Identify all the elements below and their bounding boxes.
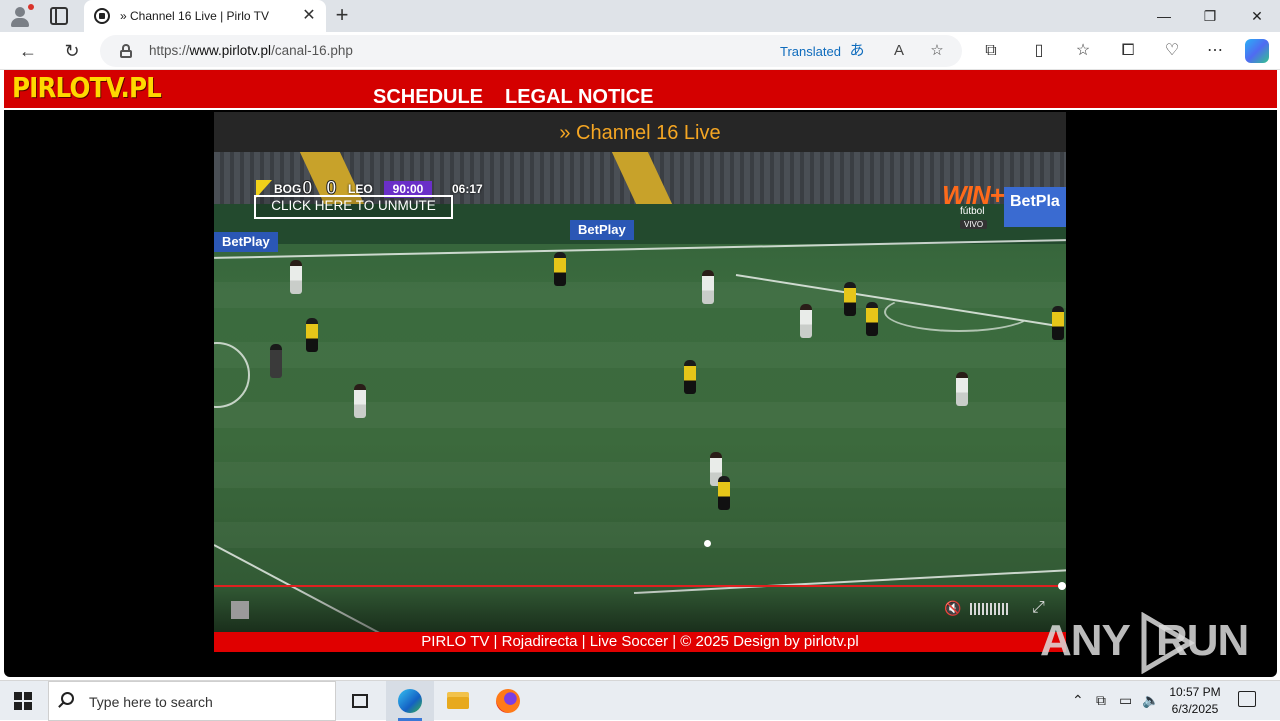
footballer xyxy=(1052,306,1064,340)
network-icon[interactable]: ⧉ xyxy=(1096,692,1106,709)
video-player[interactable]: BetPlay BetPlay BetPla WIN+ fútbol VIVO … xyxy=(214,152,1066,632)
volume-slider[interactable] xyxy=(970,603,1010,615)
browser-titlebar: » Channel 16 Live | Pirlo TV ✕ + — ❐ ✕ xyxy=(0,0,1280,32)
soccer-ball xyxy=(704,540,711,547)
footballer xyxy=(270,344,282,378)
browser-tab-active[interactable]: » Channel 16 Live | Pirlo TV ✕ xyxy=(84,0,326,32)
split-screen-icon[interactable]: ▯ xyxy=(1028,40,1050,62)
restore-button[interactable]: ❐ xyxy=(1187,0,1233,32)
more-icon[interactable]: ⋯ xyxy=(1204,40,1226,62)
broadcaster-sub: fútbol xyxy=(960,206,985,217)
address-bar[interactable]: https://www.pirlotv.pl/canal-16.php Tran… xyxy=(100,35,962,67)
back-arrow-icon[interactable]: ← xyxy=(16,39,40,63)
player-controls: 🔇 ⤢ xyxy=(214,582,1066,632)
stoppage-clock: 06:17 xyxy=(452,182,483,196)
site-footer: PIRLO TV | Rojadirecta | Live Soccer | ©… xyxy=(214,632,1066,652)
footballer xyxy=(290,260,302,294)
footballer xyxy=(306,318,318,352)
footballer xyxy=(684,360,696,394)
taskbar-search-box[interactable]: Type here to search xyxy=(48,681,336,721)
home-team: BOG xyxy=(274,182,302,196)
live-badge: VIVO xyxy=(960,220,988,229)
ad-board: BetPlay xyxy=(214,232,278,252)
main-content: » Channel 16 Live BetPlay BetPlay BetPla xyxy=(214,112,1066,650)
progress-knob[interactable] xyxy=(1058,582,1066,590)
notification-icon[interactable] xyxy=(1238,691,1256,707)
browser-essentials-icon[interactable]: ♡ xyxy=(1161,40,1183,62)
tab-actions-icon[interactable] xyxy=(50,7,68,25)
new-tab-button[interactable]: + xyxy=(330,4,354,28)
speaker-muted-icon[interactable]: 🔇 xyxy=(944,600,961,617)
clock-time: 10:57 PM xyxy=(1169,685,1221,699)
footballer xyxy=(554,252,566,286)
video-frame: BetPlay BetPlay BetPla WIN+ fútbol VIVO xyxy=(214,152,1066,632)
away-team: LEO xyxy=(348,182,373,196)
site-body: PIRLOTV.PL SCHEDULE LEGAL NOTICE » Chann… xyxy=(4,70,1277,677)
ad-board: BetPlay xyxy=(570,220,634,240)
favorites-icon[interactable]: ☆ xyxy=(1072,40,1094,62)
search-icon xyxy=(61,692,74,705)
site-logo[interactable]: PIRLOTV.PL xyxy=(12,71,162,104)
ad-board: BetPla xyxy=(1004,187,1066,227)
show-hidden-icons-icon[interactable]: ⌃ xyxy=(1072,692,1084,709)
read-aloud-icon[interactable]: A xyxy=(890,42,908,60)
collections-icon[interactable]: ⧠ xyxy=(1117,40,1139,62)
lock-icon[interactable] xyxy=(120,44,132,58)
progress-bar[interactable] xyxy=(214,585,1066,587)
menu-legal-notice[interactable]: LEGAL NOTICE xyxy=(505,86,654,109)
task-view-icon[interactable] xyxy=(336,681,384,721)
volume-icon[interactable]: 🔈 xyxy=(1142,692,1159,709)
tab-close-icon[interactable]: ✕ xyxy=(300,7,318,25)
windows-taskbar: Type here to search ⌃ ⧉ ▭ 🔈 10:57 PM 6/3… xyxy=(0,680,1280,721)
close-window-button[interactable]: ✕ xyxy=(1234,0,1280,32)
file-explorer-icon[interactable] xyxy=(434,681,482,721)
minimize-button[interactable]: — xyxy=(1141,0,1187,32)
web-page: PIRLOTV.PL SCHEDULE LEGAL NOTICE » Chann… xyxy=(0,70,1280,680)
system-clock[interactable]: 10:57 PM 6/3/2025 xyxy=(1160,684,1230,718)
profile-avatar-icon[interactable] xyxy=(8,4,34,28)
display-icon[interactable]: ▭ xyxy=(1119,692,1132,709)
stop-button[interactable] xyxy=(231,601,249,619)
copilot-icon[interactable] xyxy=(1245,39,1269,63)
footballer xyxy=(702,270,714,304)
puzzle-icon[interactable]: ⧉ xyxy=(980,40,1002,62)
refresh-icon[interactable]: ↻ xyxy=(60,39,84,63)
channel-title: » Channel 16 Live xyxy=(559,122,721,144)
menu-schedule[interactable]: SCHEDULE xyxy=(373,86,483,109)
footballer xyxy=(866,302,878,336)
footballer xyxy=(800,304,812,338)
url-text[interactable]: https://www.pirlotv.pl/canal-16.php xyxy=(149,43,353,58)
edge-taskbar-icon[interactable] xyxy=(386,681,434,721)
unmute-button[interactable]: CLICK HERE TO UNMUTE xyxy=(254,195,453,219)
site-header: PIRLOTV.PL SCHEDULE LEGAL NOTICE xyxy=(4,70,1277,110)
anyrun-watermark: ANY RUN xyxy=(1040,610,1249,674)
tab-title: » Channel 16 Live | Pirlo TV xyxy=(120,9,269,23)
translate-icon[interactable]: あ xyxy=(848,42,866,60)
footballer xyxy=(956,372,968,406)
footballer xyxy=(354,384,366,418)
footballer xyxy=(718,476,730,510)
soccer-ball-icon xyxy=(94,8,110,24)
translated-label[interactable]: Translated xyxy=(780,44,841,59)
browser-toolbar: ← ↻ https://www.pirlotv.pl/canal-16.php … xyxy=(0,32,1280,70)
footballer xyxy=(844,282,856,316)
clock-date: 6/3/2025 xyxy=(1171,702,1219,716)
windows-start-icon[interactable] xyxy=(14,692,32,710)
search-placeholder: Type here to search xyxy=(89,694,213,710)
star-icon[interactable]: ☆ xyxy=(928,42,946,60)
firefox-icon[interactable] xyxy=(484,681,532,721)
